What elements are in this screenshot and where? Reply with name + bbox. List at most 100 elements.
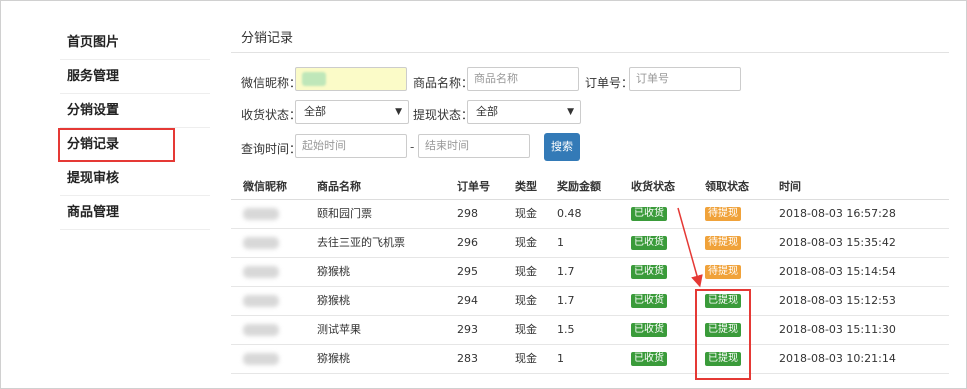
- cell-claim-status: 待提现: [705, 229, 741, 257]
- caret-down-icon: ▼: [567, 107, 574, 117]
- nickname-blurred: [243, 200, 279, 231]
- status-badge: 待提现: [705, 265, 741, 279]
- cell-ship-status: 已收货: [631, 200, 667, 228]
- sidebar-item-product-management[interactable]: 商品管理: [60, 196, 210, 230]
- cell-time: 2018-08-03 15:11:30: [779, 323, 896, 336]
- status-badge: 已收货: [631, 236, 667, 250]
- table-row: 去往三亚的飞机票 296 现金 1 已收货 待提现 2018-08-03 15:…: [231, 229, 949, 258]
- cell-claim-status: 待提现: [705, 200, 741, 228]
- table-row: 颐和园门票 298 现金 0.48 已收货 待提现 2018-08-03 16:…: [231, 200, 949, 229]
- cell-product: 猕猴桃: [317, 294, 350, 307]
- cell-time: 2018-08-03 15:12:53: [779, 294, 896, 307]
- cell-time: 2018-08-03 10:21:14: [779, 352, 896, 365]
- cell-amount: 1.7: [557, 294, 575, 307]
- cell-product: 猕猴桃: [317, 352, 350, 365]
- cell-time: 2018-08-03 15:35:42: [779, 236, 896, 249]
- nickname-input-value-blurred: [302, 72, 326, 86]
- status-badge: 已收货: [631, 207, 667, 221]
- cell-amount: 1.7: [557, 265, 575, 278]
- range-separator: -: [410, 140, 415, 154]
- cell-type: 现金: [515, 323, 537, 336]
- ship-status-value: 全部: [304, 105, 326, 118]
- cell-amount: 1: [557, 236, 564, 249]
- cell-order: 298: [457, 207, 478, 220]
- cell-type: 现金: [515, 236, 537, 249]
- status-badge: 已收货: [631, 294, 667, 308]
- header-time: 时间: [779, 180, 801, 193]
- end-time-input[interactable]: 结束时间: [418, 134, 530, 158]
- withdraw-status-value: 全部: [476, 105, 498, 118]
- ship-status-label: 收货状态：: [241, 108, 302, 122]
- caret-down-icon: ▼: [395, 107, 402, 117]
- cell-order: 294: [457, 294, 478, 307]
- order-number-label: 订单号：: [585, 76, 634, 90]
- header-amount: 奖励金额: [557, 180, 601, 193]
- cell-ship-status: 已收货: [631, 345, 667, 373]
- search-button[interactable]: 搜索: [544, 133, 580, 161]
- withdraw-status-label: 提现状态：: [413, 108, 474, 122]
- title-divider: [231, 52, 949, 53]
- header-ship-status: 收货状态: [631, 180, 675, 193]
- sidebar-item-home-images[interactable]: 首页图片: [60, 26, 210, 60]
- page-title: 分销记录: [241, 31, 294, 46]
- cell-product: 测试苹果: [317, 323, 361, 336]
- nickname-blurred: [243, 345, 279, 376]
- cell-order: 283: [457, 352, 478, 365]
- cell-ship-status: 已收货: [631, 316, 667, 344]
- status-badge: 已收货: [631, 265, 667, 279]
- header-order: 订单号: [457, 180, 490, 193]
- cell-amount: 1: [557, 352, 564, 365]
- sidebar-item-distribution-settings[interactable]: 分销设置: [60, 94, 210, 128]
- status-badge: 已收货: [631, 352, 667, 366]
- nickname-input[interactable]: [295, 67, 407, 91]
- product-name-input[interactable]: 商品名称: [467, 67, 579, 91]
- cell-type: 现金: [515, 265, 537, 278]
- cell-product: 颐和园门票: [317, 207, 372, 220]
- table-row: 猕猴桃 283 现金 1 已收货 已提现 2018-08-03 10:21:14: [231, 345, 949, 374]
- header-type: 类型: [515, 180, 537, 193]
- status-badge: 待提现: [705, 236, 741, 250]
- nickname-blurred: [243, 229, 279, 260]
- sidebar-item-service-management[interactable]: 服务管理: [60, 60, 210, 94]
- cell-type: 现金: [515, 294, 537, 307]
- nickname-label: 微信昵称：: [241, 76, 302, 90]
- cell-amount: 0.48: [557, 207, 582, 220]
- cell-ship-status: 已收货: [631, 287, 667, 315]
- cell-time: 2018-08-03 16:57:28: [779, 207, 896, 220]
- cell-order: 295: [457, 265, 478, 278]
- start-time-input[interactable]: 起始时间: [295, 134, 407, 158]
- sidebar-item-distribution-records[interactable]: 分销记录: [58, 128, 175, 162]
- header-claim-status: 领取状态: [705, 180, 749, 193]
- header-nickname: 微信昵称: [243, 180, 287, 193]
- nickname-blurred: [243, 258, 279, 289]
- table-row: 测试苹果 293 现金 1.5 已收货 已提现 2018-08-03 15:11…: [231, 316, 949, 345]
- ship-status-select[interactable]: 全部 ▼: [295, 100, 409, 124]
- cell-type: 现金: [515, 207, 537, 220]
- query-time-label: 查询时间：: [241, 142, 302, 156]
- status-badge: 待提现: [705, 207, 741, 221]
- cell-order: 296: [457, 236, 478, 249]
- records-table: 微信昵称 商品名称 订单号 类型 奖励金额 收货状态 领取状态 时间 颐和园门票…: [231, 174, 949, 374]
- table-row: 猕猴桃 295 现金 1.7 已收货 待提现 2018-08-03 15:14:…: [231, 258, 949, 287]
- cell-order: 293: [457, 323, 478, 336]
- withdraw-status-select[interactable]: 全部 ▼: [467, 100, 581, 124]
- cell-claim-status: 待提现: [705, 258, 741, 286]
- sidebar-item-withdrawal-review[interactable]: 提现审核: [60, 162, 210, 196]
- order-number-input[interactable]: 订单号: [629, 67, 741, 91]
- header-product: 商品名称: [317, 180, 361, 193]
- nickname-blurred: [243, 287, 279, 318]
- status-badge: 已收货: [631, 323, 667, 337]
- cell-product: 猕猴桃: [317, 265, 350, 278]
- cell-ship-status: 已收货: [631, 258, 667, 286]
- table-header-row: 微信昵称 商品名称 订单号 类型 奖励金额 收货状态 领取状态 时间: [231, 174, 949, 200]
- nickname-blurred: [243, 316, 279, 347]
- table-row: 猕猴桃 294 现金 1.7 已收货 已提现 2018-08-03 15:12:…: [231, 287, 949, 316]
- sidebar-menu: 首页图片 服务管理 分销设置 分销记录 提现审核 商品管理: [58, 26, 210, 230]
- cell-amount: 1.5: [557, 323, 575, 336]
- annotation-highlight-box: [695, 289, 751, 380]
- cell-time: 2018-08-03 15:14:54: [779, 265, 896, 278]
- cell-product: 去往三亚的飞机票: [317, 236, 405, 249]
- product-name-label: 商品名称：: [413, 76, 474, 90]
- cell-ship-status: 已收货: [631, 229, 667, 257]
- cell-type: 现金: [515, 352, 537, 365]
